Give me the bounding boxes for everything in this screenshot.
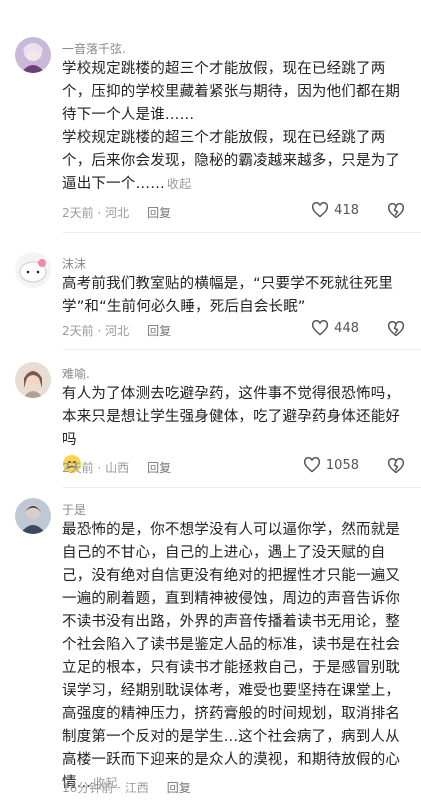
time: 2天前 — [62, 324, 94, 338]
broken-heart-icon — [387, 320, 405, 337]
dot: · — [93, 205, 106, 220]
comment-paragraph: 学校规定跳楼的超三个才能放假，现在已经跳了两个，后来你会发现，隐秘的霸凌越来越多… — [62, 127, 410, 196]
comment-paragraph: 有人为了体测去吃避孕药，这件事不觉得很恐怖吗，本来只是想让学生强身健体，吃了避孕… — [62, 386, 401, 448]
like-button[interactable]: 418 — [311, 202, 359, 218]
like-button[interactable]: 1058 — [303, 457, 359, 473]
comment-meta: 2天前 · 河北 回复 — [62, 322, 171, 339]
reply-button[interactable]: 回复 — [147, 204, 171, 221]
region: 河北 — [105, 206, 130, 220]
reply-button[interactable]: 回复 — [147, 322, 171, 339]
dislike-button[interactable] — [387, 320, 405, 341]
broken-heart-icon — [387, 202, 405, 219]
divider — [62, 349, 421, 350]
collapse-link[interactable]: 收起 — [167, 177, 191, 191]
dislike-button[interactable] — [387, 457, 405, 478]
time: 2天前 — [62, 461, 94, 475]
reply-button[interactable]: 回复 — [167, 779, 191, 796]
avatar[interactable] — [15, 252, 51, 288]
comment-paragraph: 学校规定跳楼的超三个才能放假，现在已经跳了两个，压抑的学校里藏着紧张与期待，因为… — [62, 61, 401, 123]
commenter-name[interactable]: 沫沫 — [62, 255, 86, 272]
broken-heart-icon — [387, 457, 405, 474]
comment-meta: 2天前 · 山西 回复 — [62, 459, 171, 476]
reply-button[interactable]: 回复 — [147, 459, 171, 476]
comment-meta: 16分钟前 · 江西 回复 — [62, 779, 191, 796]
commenter-name[interactable]: 于是 — [62, 501, 86, 518]
comment-paragraph: 最恐怖的是，你不想学没有人可以逼你学，然而就是自己的不甘心，自己的上进心，遇上了… — [62, 519, 410, 795]
comment-meta: 2天前 · 河北 回复 — [62, 204, 171, 221]
dot: · — [93, 323, 106, 338]
commenter-name[interactable]: 难喻. — [62, 365, 90, 382]
like-count: 1058 — [325, 457, 359, 473]
comment-paragraph-text: 最恐怖的是，你不想学没有人可以逼你学，然而就是自己的不甘心，自己的上进心，遇上了… — [62, 522, 401, 791]
heart-icon — [312, 202, 329, 218]
time: 16分钟前 — [62, 781, 114, 795]
avatar[interactable] — [15, 37, 51, 73]
avatar[interactable] — [15, 362, 51, 398]
like-count: 418 — [334, 202, 359, 218]
divider — [62, 487, 421, 488]
like-button[interactable]: 448 — [311, 320, 359, 336]
commenter-name[interactable]: 一音落千弦. — [62, 40, 126, 57]
heart-icon — [312, 320, 329, 336]
region: 山西 — [105, 461, 130, 475]
dot: · — [113, 780, 125, 795]
comment-paragraph: 高考前我们教室贴的横幅是，“只要学不死就往死里学”和“生前何必久睡，死后自会长眠… — [62, 276, 394, 315]
dislike-button[interactable] — [387, 202, 405, 223]
comment-text: 学校规定跳楼的超三个才能放假，现在已经跳了两个，压抑的学校里藏着紧张与期待，因为… — [62, 58, 410, 196]
time: 2天前 — [62, 206, 94, 220]
divider — [62, 232, 421, 233]
avatar[interactable] — [15, 498, 51, 534]
heart-icon — [303, 457, 320, 473]
region: 江西 — [124, 781, 149, 795]
dot: · — [93, 460, 106, 475]
comment-text: 最恐怖的是，你不想学没有人可以逼你学，然而就是自己的不甘心，自己的上进心，遇上了… — [62, 519, 410, 795]
like-count: 448 — [334, 320, 359, 336]
comment-paragraph-text: 学校规定跳楼的超三个才能放假，现在已经跳了两个，后来你会发现，隐秘的霸凌越来越多… — [62, 130, 401, 192]
region: 河北 — [105, 324, 130, 338]
comment-text: 高考前我们教室贴的横幅是，“只要学不死就往死里学”和“生前何必久睡，死后自会长眠… — [62, 273, 410, 319]
